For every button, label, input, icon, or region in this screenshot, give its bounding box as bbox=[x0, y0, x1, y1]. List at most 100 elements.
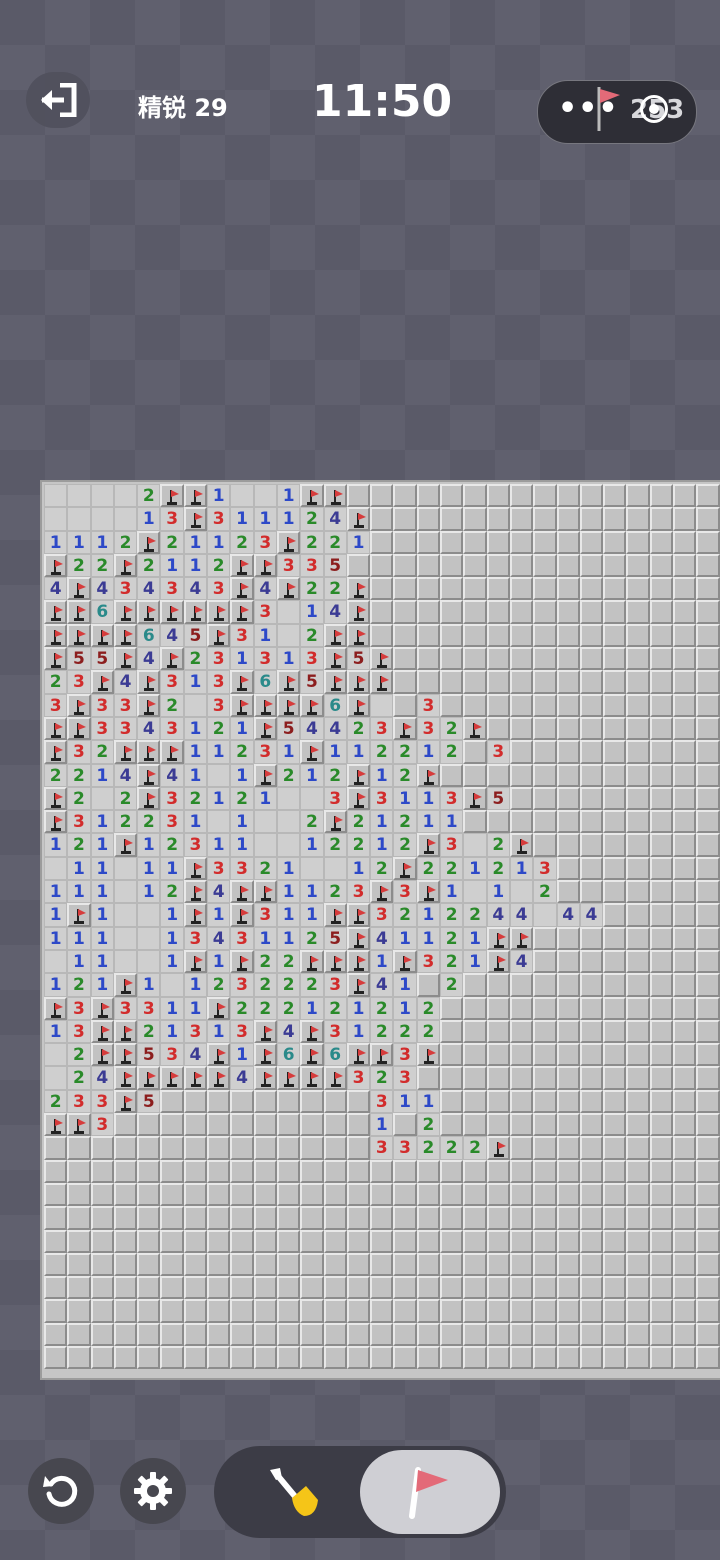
hidden-cell[interactable] bbox=[649, 996, 674, 1020]
hidden-cell[interactable] bbox=[230, 1089, 254, 1114]
hidden-cell[interactable] bbox=[113, 1182, 138, 1207]
hidden-cell[interactable] bbox=[626, 1299, 650, 1323]
hidden-cell[interactable] bbox=[393, 1252, 417, 1277]
number-cell[interactable]: 1 bbox=[207, 530, 231, 554]
hidden-cell[interactable] bbox=[160, 1276, 184, 1300]
flagged-cell[interactable] bbox=[370, 647, 394, 671]
flagged-cell[interactable] bbox=[113, 553, 138, 578]
flagged-cell[interactable] bbox=[509, 833, 534, 857]
hidden-cell[interactable] bbox=[673, 1089, 697, 1114]
revealed-empty-cell[interactable] bbox=[44, 949, 68, 974]
flagged-cell[interactable] bbox=[509, 926, 534, 950]
number-cell[interactable]: 1 bbox=[416, 786, 441, 811]
number-cell[interactable]: 1 bbox=[160, 903, 184, 927]
number-cell[interactable]: 2 bbox=[323, 763, 347, 787]
number-cell[interactable]: 1 bbox=[370, 833, 394, 857]
number-cell[interactable]: 3 bbox=[346, 1066, 371, 1090]
number-cell[interactable]: 1 bbox=[90, 903, 114, 927]
hidden-cell[interactable] bbox=[300, 1322, 324, 1346]
number-cell[interactable]: 2 bbox=[440, 856, 464, 881]
number-cell[interactable]: 1 bbox=[346, 856, 371, 881]
hidden-cell[interactable] bbox=[673, 1019, 697, 1044]
hidden-cell[interactable] bbox=[509, 996, 534, 1020]
hidden-cell[interactable] bbox=[603, 600, 627, 624]
flagged-cell[interactable] bbox=[113, 973, 138, 997]
hidden-cell[interactable] bbox=[556, 1299, 580, 1323]
flagged-cell[interactable] bbox=[113, 600, 138, 624]
hidden-cell[interactable] bbox=[579, 810, 604, 834]
hidden-cell[interactable] bbox=[486, 1182, 510, 1207]
number-cell[interactable]: 3 bbox=[230, 926, 254, 950]
number-cell[interactable]: 3 bbox=[323, 973, 347, 997]
number-cell[interactable]: 1 bbox=[416, 740, 441, 764]
hidden-cell[interactable] bbox=[626, 693, 650, 717]
flagged-cell[interactable] bbox=[160, 647, 184, 671]
hidden-cell[interactable] bbox=[579, 1276, 604, 1300]
hidden-cell[interactable] bbox=[440, 1019, 464, 1044]
hidden-cell[interactable] bbox=[509, 1276, 534, 1300]
number-cell[interactable]: 1 bbox=[90, 880, 114, 904]
number-cell[interactable]: 1 bbox=[416, 903, 441, 927]
hidden-cell[interactable] bbox=[696, 1159, 720, 1183]
hidden-cell[interactable] bbox=[673, 1322, 697, 1346]
hidden-cell[interactable] bbox=[626, 1252, 650, 1277]
hidden-cell[interactable] bbox=[696, 484, 720, 508]
number-cell[interactable]: 3 bbox=[440, 786, 464, 811]
hidden-cell[interactable] bbox=[463, 693, 487, 717]
hidden-cell[interactable] bbox=[556, 740, 580, 764]
hidden-cell[interactable] bbox=[696, 903, 720, 927]
hidden-cell[interactable] bbox=[440, 647, 464, 671]
flagged-cell[interactable] bbox=[346, 693, 371, 717]
hidden-cell[interactable] bbox=[67, 1182, 91, 1207]
flagged-cell[interactable] bbox=[207, 623, 231, 648]
hidden-cell[interactable] bbox=[556, 484, 580, 508]
hidden-cell[interactable] bbox=[323, 1322, 347, 1346]
hidden-cell[interactable] bbox=[463, 973, 487, 997]
hidden-cell[interactable] bbox=[603, 810, 627, 834]
hidden-cell[interactable] bbox=[440, 1159, 464, 1183]
number-cell[interactable]: 2 bbox=[67, 553, 91, 578]
flagged-cell[interactable] bbox=[90, 1019, 114, 1044]
flagged-cell[interactable] bbox=[207, 996, 231, 1020]
hidden-cell[interactable] bbox=[346, 1322, 371, 1346]
number-cell[interactable]: 2 bbox=[416, 996, 441, 1020]
number-cell[interactable]: 2 bbox=[276, 973, 301, 997]
flagged-cell[interactable] bbox=[346, 507, 371, 531]
hidden-cell[interactable] bbox=[90, 1252, 114, 1277]
hidden-cell[interactable] bbox=[393, 1322, 417, 1346]
hidden-cell[interactable] bbox=[207, 1113, 231, 1137]
number-cell[interactable]: 2 bbox=[486, 856, 510, 881]
number-cell[interactable]: 4 bbox=[183, 577, 208, 601]
hidden-cell[interactable] bbox=[603, 973, 627, 997]
number-cell[interactable]: 3 bbox=[393, 1043, 417, 1067]
number-cell[interactable]: 2 bbox=[323, 833, 347, 857]
hidden-cell[interactable] bbox=[346, 1229, 371, 1253]
hidden-cell[interactable] bbox=[370, 1252, 394, 1277]
hidden-cell[interactable] bbox=[253, 1089, 277, 1114]
hidden-cell[interactable] bbox=[626, 763, 650, 787]
hidden-cell[interactable] bbox=[673, 996, 697, 1020]
hidden-cell[interactable] bbox=[183, 1089, 208, 1114]
hidden-cell[interactable] bbox=[603, 1322, 627, 1346]
hidden-cell[interactable] bbox=[346, 1345, 371, 1370]
number-cell[interactable]: 2 bbox=[346, 716, 371, 741]
hidden-cell[interactable] bbox=[440, 763, 464, 787]
flagged-cell[interactable] bbox=[300, 949, 324, 974]
hidden-cell[interactable] bbox=[533, 693, 557, 717]
hidden-cell[interactable] bbox=[300, 1182, 324, 1207]
hidden-cell[interactable] bbox=[509, 1252, 534, 1277]
hidden-cell[interactable] bbox=[393, 577, 417, 601]
hidden-cell[interactable] bbox=[113, 1136, 138, 1160]
hidden-cell[interactable] bbox=[90, 1159, 114, 1183]
hidden-cell[interactable] bbox=[673, 740, 697, 764]
hidden-cell[interactable] bbox=[509, 1043, 534, 1067]
hidden-cell[interactable] bbox=[509, 530, 534, 554]
hidden-cell[interactable] bbox=[463, 623, 487, 648]
flagged-cell[interactable] bbox=[90, 623, 114, 648]
hidden-cell[interactable] bbox=[416, 1229, 441, 1253]
number-cell[interactable]: 2 bbox=[137, 1019, 161, 1044]
flagged-cell[interactable] bbox=[160, 1066, 184, 1090]
flagged-cell[interactable] bbox=[67, 577, 91, 601]
revealed-empty-cell[interactable] bbox=[276, 786, 301, 811]
hidden-cell[interactable] bbox=[649, 903, 674, 927]
